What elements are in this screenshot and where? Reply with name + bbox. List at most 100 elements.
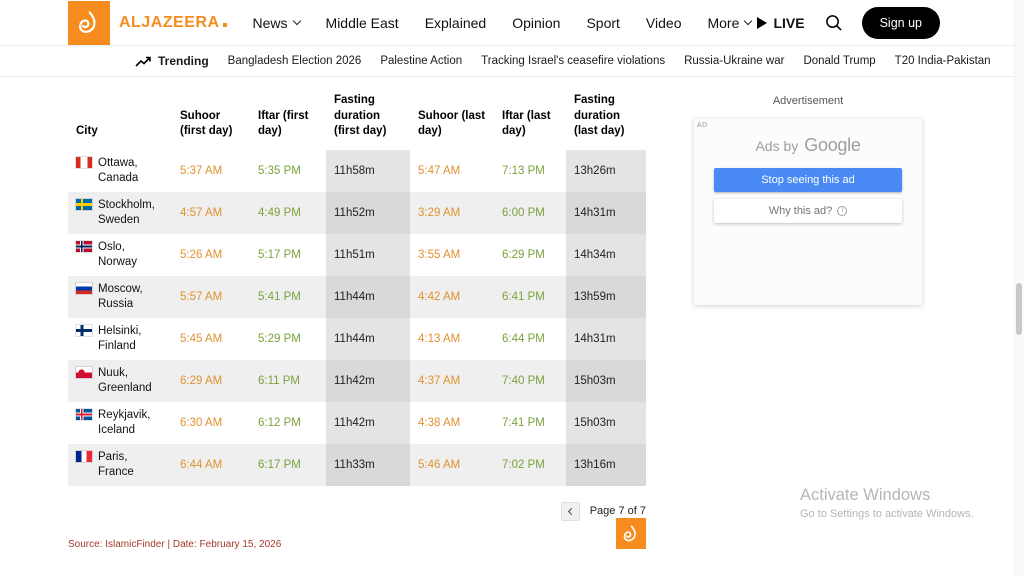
cell-iftar-first: 5:17 PM: [250, 234, 326, 276]
nav-item-middle-east[interactable]: Middle East: [326, 15, 399, 31]
trending-item-russia-ukraine-war[interactable]: Russia-Ukraine war: [684, 55, 784, 67]
aljazeera-logo-icon: [74, 8, 104, 38]
cell-suhoor-last: 4:13 AM: [410, 318, 494, 360]
brand-wordmark[interactable]: ALJAZEERA: [119, 14, 227, 32]
cell-duration-first: 11h51m: [326, 234, 410, 276]
cell-iftar-last: 7:13 PM: [494, 150, 566, 192]
cell-duration-last: 13h16m: [566, 444, 646, 486]
nav-item-label: Video: [646, 15, 682, 31]
table-row: Stockholm,Sweden4:57 AM4:49 PM11h52m3:29…: [68, 192, 646, 234]
cell-suhoor-last: 5:47 AM: [410, 150, 494, 192]
aljazeera-logo[interactable]: [68, 1, 110, 45]
nav-item-video[interactable]: Video: [646, 15, 682, 31]
cell-iftar-last: 6:29 PM: [494, 234, 566, 276]
nav-item-label: Middle East: [326, 15, 399, 31]
column-header-suhoor-last-day: Suhoor (last day): [410, 89, 494, 150]
play-icon: [757, 17, 767, 29]
nav-item-opinion[interactable]: Opinion: [512, 15, 560, 31]
ad-badge: AD: [697, 122, 708, 129]
activate-windows-watermark: Activate Windows Go to Settings to activ…: [800, 486, 974, 520]
cell-suhoor-first: 5:26 AM: [172, 234, 250, 276]
city-name: Helsinki,Finland: [98, 324, 141, 354]
city-name: Nuuk,Greenland: [98, 366, 152, 396]
cell-duration-first: 11h44m: [326, 318, 410, 360]
cell-iftar-last: 7:41 PM: [494, 402, 566, 444]
cell-suhoor-last: 4:37 AM: [410, 360, 494, 402]
cell-suhoor-first: 6:44 AM: [172, 444, 250, 486]
russia-flag-icon: [76, 283, 92, 294]
table-row: Moscow,Russia5:57 AM5:41 PM11h44m4:42 AM…: [68, 276, 646, 318]
previous-page-button[interactable]: [561, 502, 580, 521]
cell-iftar-first: 4:49 PM: [250, 192, 326, 234]
france-flag-icon: [76, 451, 92, 462]
live-button[interactable]: LIVE: [757, 15, 804, 31]
cell-iftar-first: 5:29 PM: [250, 318, 326, 360]
cell-duration-first: 11h42m: [326, 360, 410, 402]
trending-label-text: Trending: [158, 54, 209, 68]
fasting-times-table: CitySuhoor (first day)Iftar (first day)F…: [68, 89, 646, 486]
sweden-flag-icon: [76, 199, 92, 210]
cell-duration-last: 14h34m: [566, 234, 646, 276]
nav-item-more[interactable]: More: [707, 15, 751, 31]
trending-item-donald-trump[interactable]: Donald Trump: [803, 55, 875, 67]
nav-item-label: Opinion: [512, 15, 560, 31]
city-name: Reykjavik,Iceland: [98, 408, 150, 438]
column-header-iftar-last-day: Iftar (last day): [494, 89, 566, 150]
why-this-ad-label: Why this ad?: [769, 205, 833, 217]
trending-item-t20-india-pakistan[interactable]: T20 India-Pakistan: [895, 55, 991, 67]
signup-button[interactable]: Sign up: [862, 7, 940, 39]
cell-duration-last: 14h31m: [566, 192, 646, 234]
cell-iftar-first: 6:12 PM: [250, 402, 326, 444]
cell-city: Nuuk,Greenland: [68, 360, 172, 402]
nav-item-news[interactable]: News: [253, 15, 300, 31]
cell-iftar-first: 5:41 PM: [250, 276, 326, 318]
ads-by-google: Ads by Google: [694, 135, 922, 156]
column-header-iftar-first-day: Iftar (first day): [250, 89, 326, 150]
cell-duration-first: 11h52m: [326, 192, 410, 234]
main-content: CitySuhoor (first day)Iftar (first day)F…: [68, 89, 1024, 521]
cell-iftar-last: 7:02 PM: [494, 444, 566, 486]
cell-duration-first: 11h44m: [326, 276, 410, 318]
watermark-line2: Go to Settings to activate Windows.: [800, 508, 974, 520]
cell-city: Moscow,Russia: [68, 276, 172, 318]
city-name: Stockholm,Sweden: [98, 198, 155, 228]
nav-item-explained[interactable]: Explained: [425, 15, 487, 31]
stop-seeing-ad-button[interactable]: Stop seeing this ad: [714, 168, 902, 192]
cell-iftar-last: 7:40 PM: [494, 360, 566, 402]
google-ad-card: AD Ads by Google Stop seeing this ad Why…: [694, 119, 922, 305]
trending-item-bangladesh-election-2026[interactable]: Bangladesh Election 2026: [228, 55, 362, 67]
advertisement-label: Advertisement: [694, 95, 922, 107]
nav-item-label: More: [707, 15, 739, 31]
nav-item-label: News: [253, 15, 288, 31]
nav-item-sport[interactable]: Sport: [586, 15, 619, 31]
why-this-ad-button[interactable]: Why this ad?: [714, 199, 902, 223]
column-header-city: City: [68, 89, 172, 150]
cell-iftar-last: 6:44 PM: [494, 318, 566, 360]
column-header-fasting-duration-last-day: Fasting duration (last day): [566, 89, 646, 150]
cell-iftar-first: 6:11 PM: [250, 360, 326, 402]
city-name: Ottawa,Canada: [98, 156, 138, 186]
table-row: Oslo,Norway5:26 AM5:17 PM11h51m3:55 AM6:…: [68, 234, 646, 276]
table-row: Paris,France6:44 AM6:17 PM11h33m5:46 AM7…: [68, 444, 646, 486]
canada-flag-icon: [76, 157, 92, 168]
aljazeera-page: { "colors": { "accent": "#f78c1e", "suho…: [0, 0, 1024, 576]
footer-aljazeera-logo[interactable]: [616, 518, 646, 549]
fasting-table-head-row: CitySuhoor (first day)Iftar (first day)F…: [68, 89, 646, 150]
nav-item-label: Sport: [586, 15, 619, 31]
norway-flag-icon: [76, 241, 92, 252]
fasting-table-body: Ottawa,Canada5:37 AM5:35 PM11h58m5:47 AM…: [68, 150, 646, 486]
trending-items: Bangladesh Election 2026 Palestine Action…: [228, 55, 991, 67]
trending-item-tracking-israel-s-ceasefire-violations[interactable]: Tracking Israel's ceasefire violations: [481, 55, 665, 67]
scrollbar-thumb[interactable]: [1016, 283, 1022, 335]
cell-city: Helsinki,Finland: [68, 318, 172, 360]
cell-iftar-first: 6:17 PM: [250, 444, 326, 486]
trending-item-palestine-action[interactable]: Palestine Action: [380, 55, 462, 67]
city-name: Moscow,Russia: [98, 282, 143, 312]
cell-city: Stockholm,Sweden: [68, 192, 172, 234]
chevron-down-icon: [292, 16, 300, 24]
search-button[interactable]: [825, 14, 842, 31]
fasting-times-table-section: CitySuhoor (first day)Iftar (first day)F…: [68, 89, 646, 521]
cell-suhoor-first: 4:57 AM: [172, 192, 250, 234]
main-nav: News Middle East Explained Opinion Sport Vide…: [253, 15, 752, 31]
city-name: Paris,France: [98, 450, 134, 480]
